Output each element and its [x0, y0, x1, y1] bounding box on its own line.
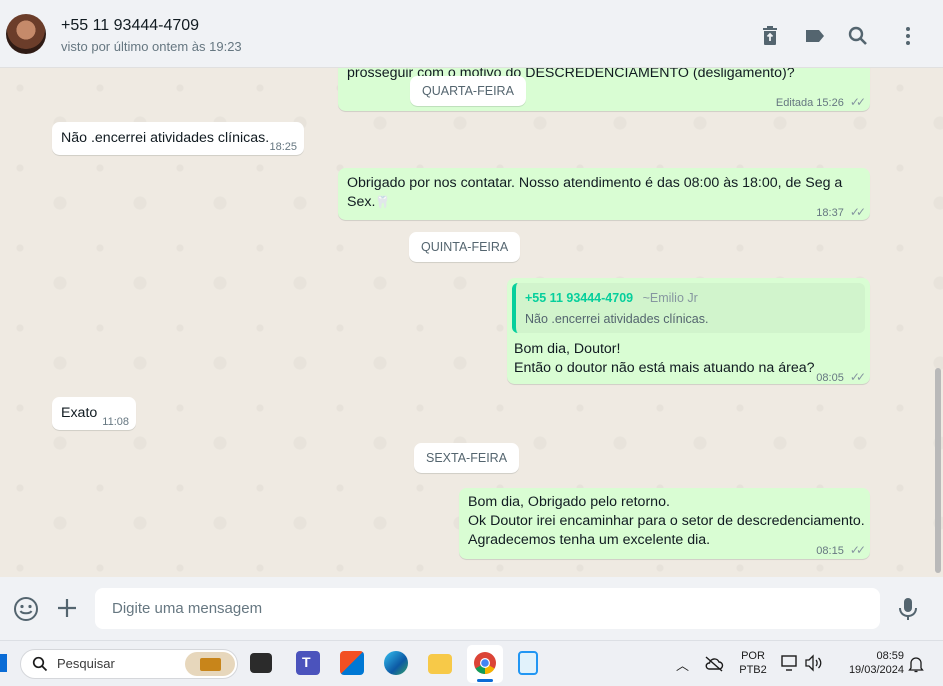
label-icon[interactable] — [803, 24, 827, 48]
message-text: Não .encerrei atividades clínicas. — [61, 130, 270, 146]
chrome-icon — [474, 652, 496, 674]
contact-name[interactable]: +55 11 93444-4709 — [61, 17, 199, 35]
date-divider: SEXTA-FEIRA — [414, 443, 520, 473]
message-meta: 18:37 ✓✓ — [816, 203, 866, 223]
edge-icon[interactable] — [384, 651, 408, 675]
tooth-emoji-icon: 🦷 — [375, 195, 391, 209]
keyboard-layout: PTB2 — [739, 664, 767, 676]
search-icon — [32, 656, 48, 672]
message-meta: Editada 15:26 ✓✓ — [775, 93, 866, 113]
message-meta: 08:05 ✓✓ — [816, 368, 866, 388]
chevron-up-icon[interactable]: ︿ — [676, 655, 689, 674]
message-text-line: Bom dia, Obrigado pelo retorno. — [468, 494, 670, 510]
message-text-line: Ok Doutor irei encaminhar para o setor d… — [468, 513, 865, 529]
message-outgoing[interactable]: Bom dia, Obrigado pelo retorno. Ok Douto… — [459, 488, 870, 559]
message-time: 11:08 — [102, 416, 129, 428]
quote-alias: ~Emilio Jr — [642, 291, 698, 305]
message-time: 18:25 — [269, 141, 297, 153]
last-seen-status: visto por último ontem às 19:23 — [61, 39, 242, 54]
cloud-offline-icon[interactable] — [704, 655, 724, 673]
message-list[interactable]: prosseguir com o motivo do DESCREDENCIAM… — [0, 68, 943, 577]
contact-avatar[interactable] — [6, 14, 46, 54]
edited-label: Editada — [775, 97, 814, 109]
search-label: Pesquisar — [57, 656, 115, 671]
message-input[interactable]: Digite uma mensagem — [95, 588, 880, 629]
double-check-icon: ✓✓ — [849, 370, 866, 384]
menu-icon[interactable] — [896, 24, 920, 48]
message-text-line: Agradecemos tenha um excelente dia. — [468, 532, 711, 548]
message-meta: 08:15 ✓✓ — [816, 541, 866, 561]
message-time: 18:37 — [816, 207, 844, 219]
message-text-line: Obrigado por nos contatar. Nosso atendim… — [347, 175, 843, 191]
message-time: 08:15 — [816, 545, 844, 557]
clock-date: 19/03/2024 — [848, 664, 904, 676]
message-time: 08:05 — [816, 372, 844, 384]
file-explorer-icon[interactable] — [250, 653, 272, 673]
message-text-line: Sex. — [347, 194, 376, 210]
quote-text: Não .encerrei atividades clínicas. — [525, 312, 709, 326]
message-time: 15:26 — [816, 97, 844, 109]
microphone-icon[interactable] — [897, 597, 919, 621]
store-icon[interactable] — [340, 651, 364, 675]
chat-scrollbar[interactable] — [935, 368, 941, 573]
search-icon[interactable] — [846, 24, 870, 48]
folder-icon[interactable] — [428, 654, 452, 674]
message-text-line: Então o doutor não está mais atuando na … — [514, 360, 815, 376]
network-icon[interactable] — [781, 654, 799, 672]
message-incoming[interactable]: Exato 11:08 — [52, 397, 136, 430]
start-button-icon[interactable] — [0, 654, 7, 672]
system-clock[interactable]: 08:59 19/03/2024 — [836, 649, 904, 677]
notification-bell-icon[interactable] — [908, 655, 924, 673]
attach-plus-icon[interactable] — [56, 597, 78, 619]
chat-header: +55 11 93444-4709 visto por último ontem… — [0, 0, 943, 68]
double-check-icon: ✓✓ — [849, 543, 866, 557]
emoji-icon[interactable] — [13, 596, 39, 622]
chrome-active-tile[interactable] — [467, 645, 503, 683]
date-divider: QUINTA-FEIRA — [409, 232, 521, 262]
message-outgoing[interactable]: Obrigado por nos contatar. Nosso atendim… — [338, 168, 870, 220]
message-incoming[interactable]: Não .encerrei atividades clínicas. 18:25 — [52, 122, 304, 155]
taskbar-search[interactable]: Pesquisar — [20, 649, 238, 679]
message-outgoing-reply[interactable]: +55 11 93444-4709 ~Emilio Jr Não .encerr… — [507, 278, 870, 384]
clock-time: 08:59 — [876, 650, 904, 662]
teams-icon[interactable]: T — [296, 651, 320, 675]
input-language[interactable]: POR PTB2 — [738, 649, 768, 677]
windows-taskbar: Pesquisar T ︿ POR PTB2 08:59 19/03/2024 — [0, 640, 943, 686]
delete-icon[interactable] — [758, 24, 782, 48]
double-check-icon: ✓✓ — [849, 205, 866, 219]
message-composer: Digite uma mensagem — [0, 577, 943, 640]
language-code: POR — [741, 650, 765, 662]
date-divider: QUARTA-FEIRA — [410, 76, 526, 106]
double-check-icon: ✓✓ — [849, 95, 866, 109]
quote-author: +55 11 93444-4709 — [525, 291, 634, 305]
volume-icon[interactable] — [804, 654, 824, 672]
briefcase-icon — [185, 652, 235, 676]
notepad-icon[interactable] — [518, 651, 538, 675]
quoted-message[interactable]: +55 11 93444-4709 ~Emilio Jr Não .encerr… — [512, 283, 865, 333]
message-text: Exato — [61, 405, 98, 421]
message-text-line: Bom dia, Doutor! — [514, 341, 621, 357]
